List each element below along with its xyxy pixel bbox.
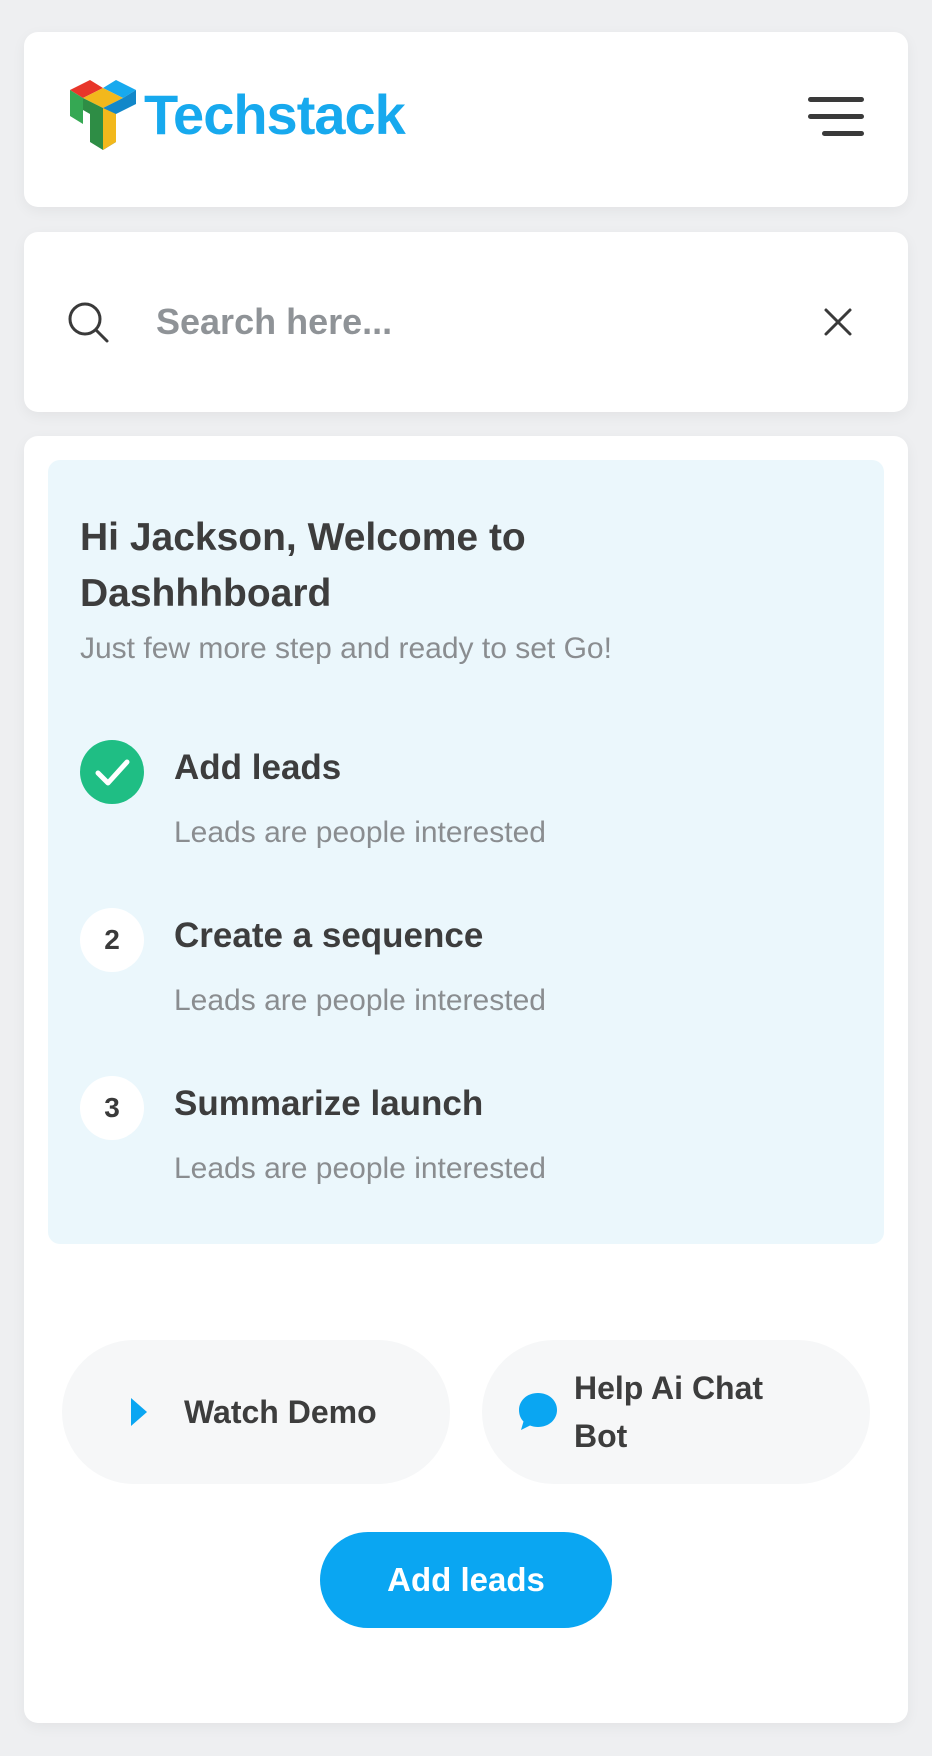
search-icon — [68, 302, 109, 343]
step-add-leads[interactable]: Add leads Leads are people interested — [80, 740, 860, 860]
step-description: Leads are people interested — [174, 816, 546, 849]
logo-text: Techstack — [144, 83, 406, 146]
app-header: Techstack — [24, 32, 908, 207]
welcome-panel: Hi Jackson, Welcome to Dashhhboard Just … — [48, 460, 884, 1244]
add-leads-button[interactable]: Add leads — [320, 1532, 612, 1628]
step-complete-check-icon — [80, 740, 144, 804]
step-description: Leads are people interested — [174, 984, 546, 1017]
step-title: Add leads — [174, 748, 342, 787]
play-icon — [131, 1398, 147, 1426]
step-description: Leads are people interested — [174, 1152, 546, 1185]
welcome-title: Hi Jackson, Welcome to Dashhhboard — [80, 516, 526, 615]
search-input[interactable] — [156, 290, 796, 354]
watch-demo-label: Watch Demo — [184, 1393, 377, 1430]
search-bar — [24, 232, 908, 412]
step-summarize-launch[interactable]: 3 Summarize launch Leads are people inte… — [80, 1076, 860, 1196]
help-chat-bot-button[interactable]: Help Ai Chat Bot — [482, 1340, 870, 1484]
step-title: Create a sequence — [174, 916, 484, 955]
logo[interactable]: Techstack — [68, 78, 406, 152]
step-number-badge: 2 — [80, 908, 144, 972]
hamburger-menu-icon[interactable] — [804, 92, 864, 142]
close-icon — [824, 308, 852, 336]
watch-demo-button[interactable]: Watch Demo — [62, 1340, 450, 1484]
welcome-subtitle: Just few more step and ready to set Go! — [80, 632, 612, 665]
chat-bot-label: Help Ai Chat Bot — [574, 1370, 764, 1454]
step-title: Summarize launch — [174, 1084, 484, 1123]
main-panel: Hi Jackson, Welcome to Dashhhboard Just … — [24, 436, 908, 1723]
techstack-logo-icon — [70, 80, 136, 150]
clear-search-button[interactable] — [818, 302, 858, 342]
step-number-badge: 3 — [80, 1076, 144, 1140]
chat-bubble-icon — [519, 1393, 557, 1430]
step-create-sequence[interactable]: 2 Create a sequence Leads are people int… — [80, 908, 860, 1028]
